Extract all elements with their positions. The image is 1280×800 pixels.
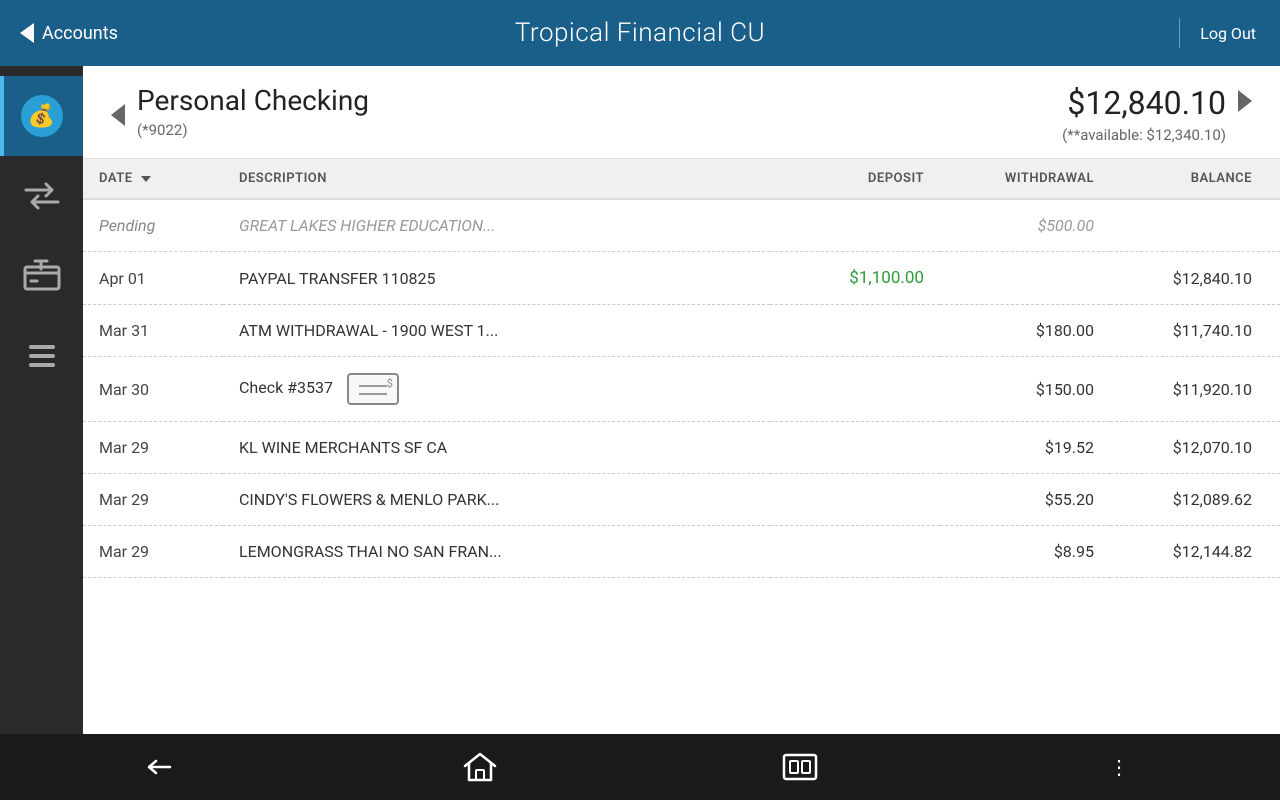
back-label: Accounts: [42, 23, 118, 44]
cell-date: Mar 29: [83, 474, 223, 526]
bottom-home-button[interactable]: [320, 752, 640, 782]
logout-button[interactable]: Log Out: [1200, 24, 1280, 43]
cell-date: Mar 29: [83, 526, 223, 578]
cell-deposit: [770, 305, 940, 357]
account-nav-left: Personal Checking (*9022): [111, 84, 369, 139]
account-header: Personal Checking (*9022) $12,840.10 (**…: [83, 66, 1280, 159]
available-balance: (**available: $12,340.10): [1062, 126, 1226, 144]
cell-balance: $11,740.10: [1110, 305, 1280, 357]
cell-date: Mar 31: [83, 305, 223, 357]
sidebar-item-accounts[interactable]: 💰: [0, 76, 83, 156]
account-info: Personal Checking (*9022): [137, 84, 369, 139]
table-row[interactable]: Mar 29 CINDY'S FLOWERS & MENLO PARK... $…: [83, 474, 1280, 526]
sidebar-item-transfers[interactable]: [0, 156, 83, 236]
main-layout: 💰: [0, 66, 1280, 800]
col-header-withdrawal: WITHDRAWAL: [940, 159, 1110, 199]
home-nav-icon: [463, 752, 497, 782]
back-nav-icon: [142, 753, 178, 781]
account-name: Personal Checking: [137, 84, 369, 117]
back-button[interactable]: Accounts: [0, 23, 138, 44]
sort-arrow-icon: [141, 176, 151, 182]
cell-deposit: [770, 357, 940, 422]
bottom-recents-button[interactable]: [640, 753, 960, 781]
cell-description: ATM WITHDRAWAL - 1900 WEST 1...: [223, 305, 770, 357]
table-row[interactable]: Mar 30 Check #3537 $ $150.00 $11,920.10: [83, 357, 1280, 422]
cell-description: KL WINE MERCHANTS SF CA: [223, 422, 770, 474]
cell-deposit: [770, 526, 940, 578]
header-divider: [1179, 18, 1180, 48]
sidebar: 💰: [0, 66, 83, 800]
table-row[interactable]: Mar 29 LEMONGRASS THAI NO SAN FRAN... $8…: [83, 526, 1280, 578]
cell-deposit: $1,100.00: [770, 252, 940, 305]
table-row[interactable]: Pending GREAT LAKES HIGHER EDUCATION... …: [83, 199, 1280, 252]
cell-balance: $12,070.10: [1110, 422, 1280, 474]
cell-deposit: [770, 422, 940, 474]
cell-description: GREAT LAKES HIGHER EDUCATION...: [223, 199, 770, 252]
cell-date: Mar 30: [83, 357, 223, 422]
cell-balance: [1110, 199, 1280, 252]
cell-withdrawal: $180.00: [940, 305, 1110, 357]
accounts-icon: 💰: [20, 94, 64, 138]
table-row[interactable]: Mar 31 ATM WITHDRAWAL - 1900 WEST 1... $…: [83, 305, 1280, 357]
cell-balance: $12,089.62: [1110, 474, 1280, 526]
bottom-back-button[interactable]: [0, 753, 320, 781]
cell-withdrawal: $500.00: [940, 199, 1110, 252]
transactions-table: DATE DESCRIPTION DEPOSIT WITHDRAWAL: [83, 159, 1280, 800]
cell-description: PAYPAL TRANSFER 110825: [223, 252, 770, 305]
cell-withdrawal: $55.20: [940, 474, 1110, 526]
col-header-balance: BALANCE: [1110, 159, 1280, 199]
balance-amount: $12,840.10: [1062, 84, 1226, 122]
sidebar-item-more[interactable]: [0, 316, 83, 396]
logout-area: Log Out: [1179, 18, 1280, 48]
cell-withdrawal: $150.00: [940, 357, 1110, 422]
recents-nav-icon: [782, 753, 818, 781]
table-row[interactable]: Apr 01 PAYPAL TRANSFER 110825 $1,100.00 …: [83, 252, 1280, 305]
money-icon: 💰: [21, 95, 63, 137]
balance-info: $12,840.10 (**available: $12,340.10): [1062, 84, 1226, 144]
col-header-deposit: DEPOSIT: [770, 159, 940, 199]
sidebar-item-pay[interactable]: [0, 236, 83, 316]
cell-withdrawal: $19.52: [940, 422, 1110, 474]
cell-balance: $12,840.10: [1110, 252, 1280, 305]
back-arrow-icon: [20, 23, 34, 43]
cell-description: LEMONGRASS THAI NO SAN FRAN...: [223, 526, 770, 578]
table-header-row: DATE DESCRIPTION DEPOSIT WITHDRAWAL: [83, 159, 1280, 199]
bottom-navigation-bar: ⋮: [0, 734, 1280, 800]
account-number: (*9022): [137, 121, 369, 139]
table-row[interactable]: Mar 29 KL WINE MERCHANTS SF CA $19.52 $1…: [83, 422, 1280, 474]
cell-deposit: [770, 474, 940, 526]
cell-description: CINDY'S FLOWERS & MENLO PARK...: [223, 474, 770, 526]
cell-description: Check #3537 $: [223, 357, 770, 422]
cell-deposit: [770, 199, 940, 252]
cell-date: Mar 29: [83, 422, 223, 474]
account-balance: $12,840.10 (**available: $12,340.10): [1062, 84, 1252, 144]
cell-balance: $11,920.10: [1110, 357, 1280, 422]
pay-icon: [20, 254, 64, 298]
more-dots-icon: ⋮: [1109, 755, 1131, 779]
top-header: Accounts Tropical Financial CU Log Out: [0, 0, 1280, 66]
content-area: Personal Checking (*9022) $12,840.10 (**…: [83, 66, 1280, 800]
cell-withdrawal: [940, 252, 1110, 305]
cell-date: Apr 01: [83, 252, 223, 305]
check-image-icon[interactable]: $: [347, 373, 399, 405]
cell-date: Pending: [83, 199, 223, 252]
more-icon: [20, 334, 64, 378]
prev-account-button[interactable]: [111, 104, 125, 126]
cell-withdrawal: $8.95: [940, 526, 1110, 578]
next-account-button[interactable]: [1238, 90, 1252, 112]
col-header-date[interactable]: DATE: [83, 159, 223, 199]
col-header-description: DESCRIPTION: [223, 159, 770, 199]
cell-balance: $12,144.82: [1110, 526, 1280, 578]
bottom-more-button[interactable]: ⋮: [960, 755, 1280, 779]
transfer-icon: [20, 174, 64, 218]
menu-dots: [29, 345, 55, 367]
header-title: Tropical Financial CU: [515, 18, 765, 48]
